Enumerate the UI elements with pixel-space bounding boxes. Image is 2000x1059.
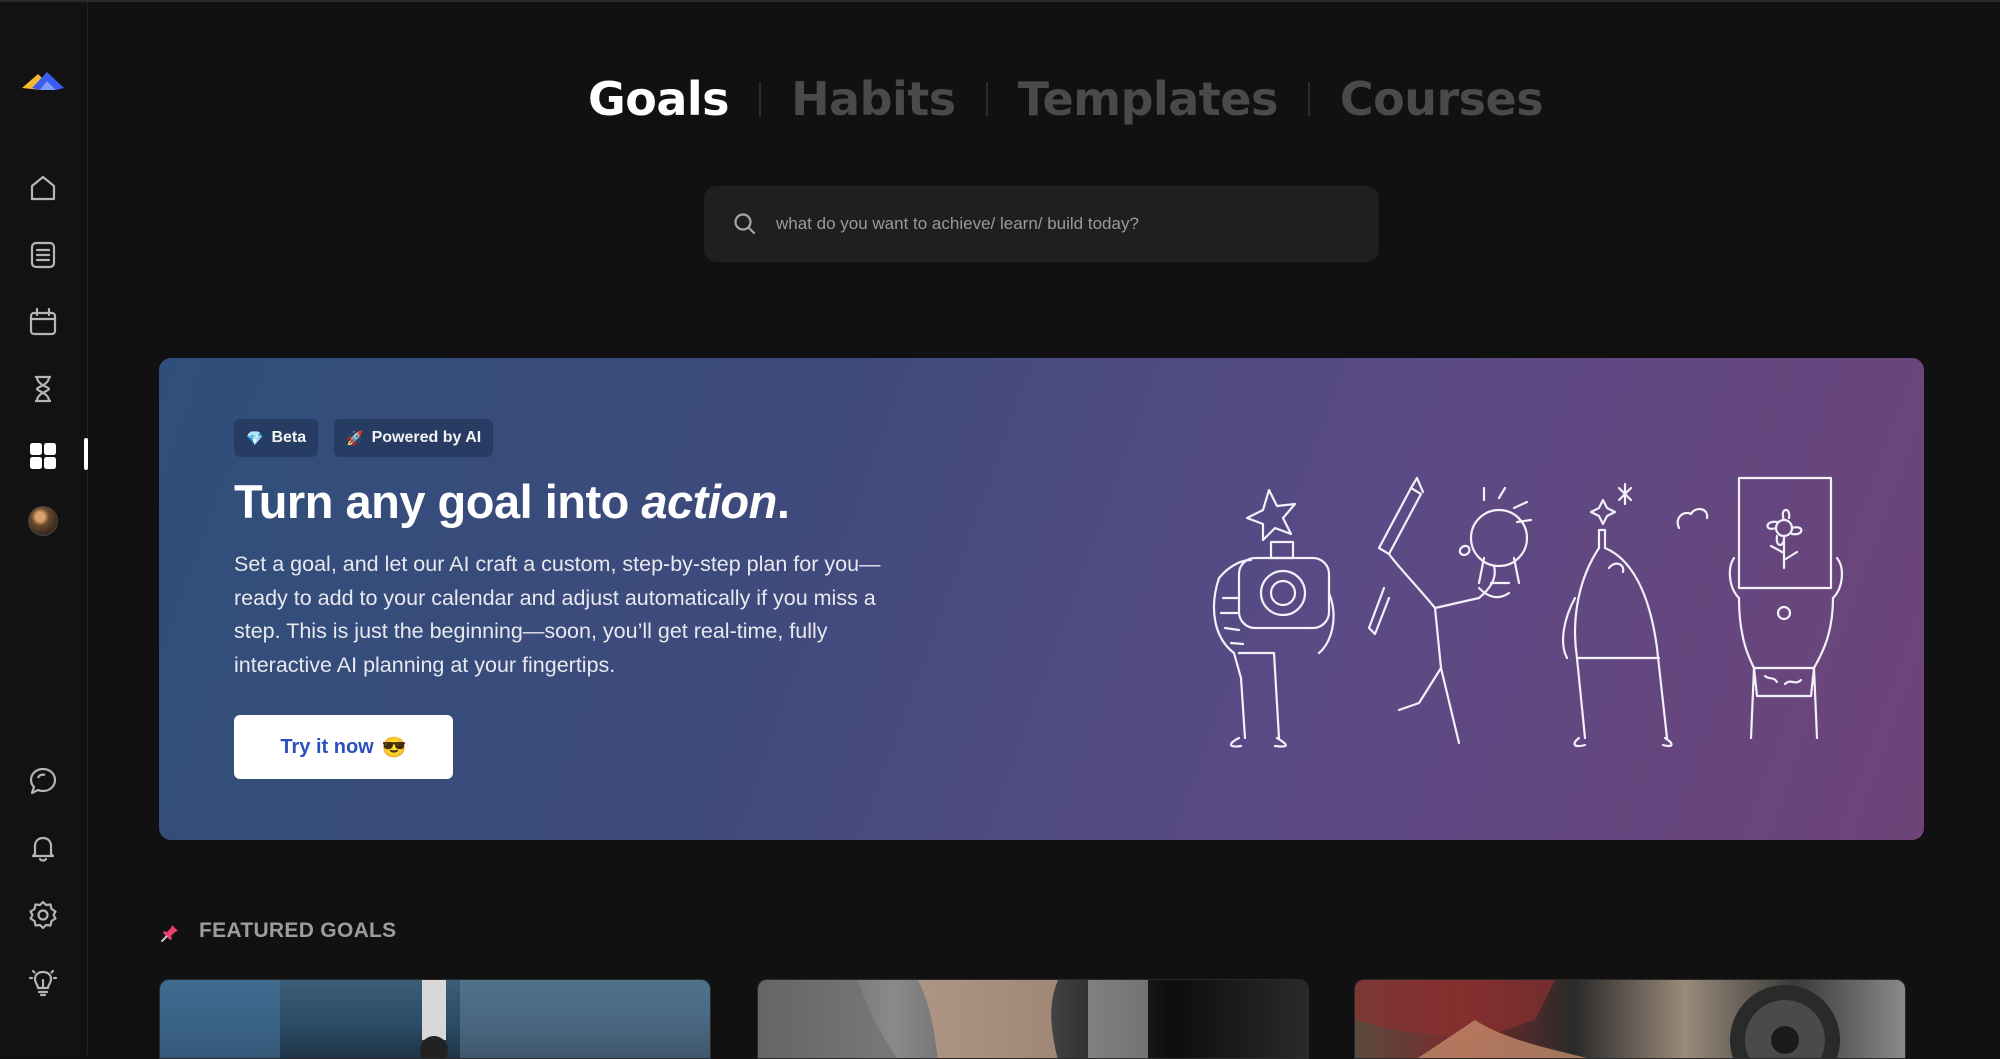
hero-title-prefix: Turn any goal into [234,475,642,528]
beta-badge-label: Beta [271,429,307,446]
tab-goals[interactable]: Goals [588,72,730,126]
hero-description: Set a goal, and let our AI craft a custo… [234,552,881,677]
notes-icon[interactable] [25,237,61,273]
avatar[interactable] [28,506,58,536]
hourglass-icon[interactable] [25,371,61,407]
hero-banner: 💎 Beta 🚀 Powered by AI Turn any goal int… [159,358,1924,840]
tab-divider [759,82,762,116]
cta-label: Try it now [280,735,374,758]
gem-icon: 💎 [246,429,264,446]
figure-camera [1212,488,1335,748]
search-input[interactable] [774,204,1379,244]
featured-goals-label: FEATURED GOALS [199,919,397,942]
featured-goal-card[interactable] [1354,979,1906,1059]
tab-courses[interactable]: Courses [1340,72,1544,126]
lightbulb-icon[interactable] [25,964,61,1000]
figure-pencil [1367,476,1533,745]
card-image [160,980,710,1058]
rocket-icon: 🚀 [346,429,364,446]
powered-by-ai-badge: 🚀 Powered by AI [334,419,494,457]
featured-goal-card[interactable] [757,979,1309,1059]
hero-title-suffix: . [776,475,790,528]
bell-icon[interactable] [25,830,61,866]
tab-templates[interactable]: Templates [1018,72,1279,126]
grid-icon[interactable] [25,438,61,474]
hero-title: Turn any goal into action. [234,474,790,529]
sidebar [0,2,88,1055]
calendar-icon[interactable] [25,304,61,340]
gear-icon[interactable] [25,897,61,933]
pushpin-icon [161,921,178,942]
tab-divider [1307,82,1310,116]
active-nav-indicator [84,438,88,470]
beta-badge: 💎 Beta [234,419,319,457]
tab-divider [985,82,988,116]
category-tabs: Goals Habits Templates Courses [588,72,1544,126]
card-image [758,980,1148,1058]
try-it-now-button[interactable]: Try it now 😎 [234,715,453,779]
featured-goals-header: FEATURED GOALS [159,918,396,944]
hero-title-emphasis: action [641,475,777,528]
search-bar[interactable] [704,186,1379,262]
top-border [0,0,2000,2]
cool-emoji-icon: 😎 [381,736,407,759]
app-logo[interactable] [20,66,66,94]
tab-habits[interactable]: Habits [791,72,956,126]
featured-goal-card[interactable] [159,979,711,1059]
figure-sparkle [1561,482,1709,748]
figure-drawing [1728,476,1843,740]
search-icon [734,213,756,235]
card-image [1355,980,1840,1058]
chat-icon[interactable] [25,763,61,799]
home-icon[interactable] [25,170,61,206]
hero-badges: 💎 Beta 🚀 Powered by AI [234,419,494,457]
powered-by-ai-label: Powered by AI [371,429,482,446]
people-illustration [1212,476,1843,748]
